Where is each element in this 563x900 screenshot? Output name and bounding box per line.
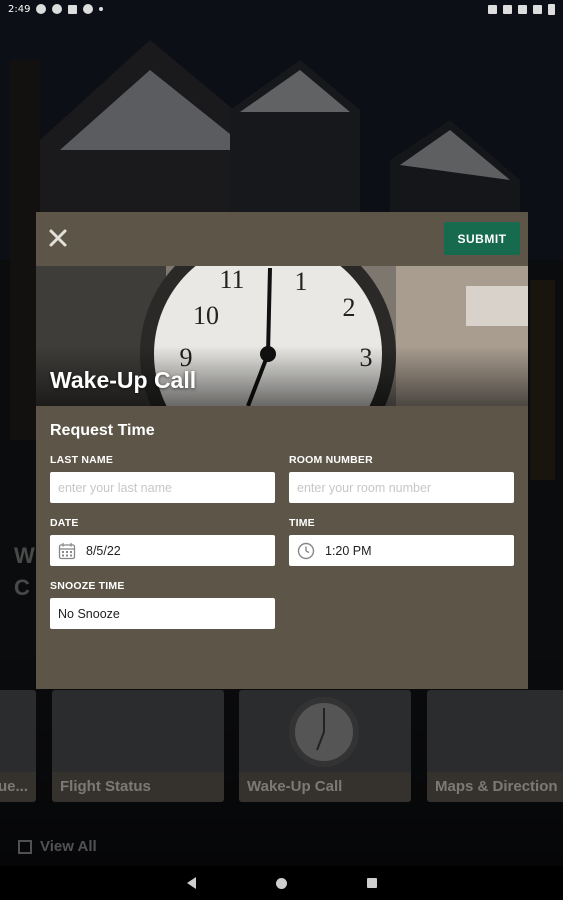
back-icon[interactable] [186,877,196,889]
time-field-group: TIME 1:20 PM [289,517,514,566]
wake-up-call-modal: SUBMIT 1 2 3 10 9 11 [36,212,528,689]
tile-caption: Flight Status [52,772,224,802]
battery-icon [548,3,555,15]
grid-icon [18,839,32,854]
app-icon [52,4,63,14]
service-tile-maps[interactable]: Maps & Direction [427,690,563,802]
svg-text:10: 10 [193,301,219,330]
hero-title: Wake-Up Call [50,367,197,393]
recent-apps-icon[interactable] [366,878,377,888]
snooze-time-select[interactable]: No Snooze [50,598,275,629]
section-title: Request Time [50,422,155,439]
tile-caption: Maps & Direction [427,772,563,802]
vpn-icon [83,4,94,14]
home-icon[interactable] [275,877,287,889]
submit-button[interactable]: SUBMIT [444,222,520,255]
date-input[interactable]: 8/5/22 [50,535,275,566]
alarm-icon [488,4,497,14]
status-bar: 2:49 [0,0,563,18]
tile-caption: Wake-Up Call [239,772,411,802]
navigation-bar [0,866,563,900]
snooze-time-field-group: SNOOZE TIME No Snooze [50,580,275,629]
last-name-label: LAST NAME [50,454,114,466]
clock-thumbnail [289,697,359,767]
date-value: 8/5/22 [86,543,121,558]
bluetooth-icon [503,4,512,14]
last-name-field-group: LAST NAME enter your last name [50,454,275,503]
svg-text:1: 1 [295,267,308,296]
time-input[interactable]: 1:20 PM [289,535,514,566]
service-tile-wake-up-call[interactable]: Wake-Up Call [239,690,411,802]
calendar-icon [58,542,76,559]
time-label: TIME [289,517,315,529]
clock: 2:49 [8,3,31,15]
hero-banner: 1 2 3 10 9 11 Wake-Up Call [36,266,528,406]
service-tile-flight-status[interactable]: Flight Status [52,690,224,802]
room-number-field-group: ROOM NUMBER enter your room number [289,454,514,503]
wifi-icon [533,4,542,14]
background-partial-text: W C [14,543,35,600]
room-number-label: ROOM NUMBER [289,454,373,466]
date-label: DATE [50,517,79,529]
view-all-link[interactable]: View All [18,838,97,855]
service-tile[interactable]: ue... [0,690,36,802]
tile-caption: ue... [0,772,36,802]
modal-header: SUBMIT [36,212,528,266]
date-field-group: DATE 8/5/22 [50,517,275,566]
svg-text:2: 2 [343,293,356,322]
no-signal-icon [518,4,527,14]
last-name-input[interactable]: enter your last name [50,472,275,503]
snooze-time-label: SNOOZE TIME [50,580,125,592]
request-form: Request Time LAST NAME enter your last n… [36,406,528,629]
close-icon[interactable] [48,228,68,248]
view-all-label: View All [40,838,97,855]
clock-icon [297,542,315,559]
notification-icon [36,4,47,14]
image-icon [68,4,78,14]
room-number-input[interactable]: enter your room number [289,472,514,503]
time-value: 1:20 PM [325,543,372,558]
more-notifications-icon [99,7,104,11]
service-tiles: ue... Flight Status Wake-Up Call Maps & … [0,690,563,805]
svg-text:11: 11 [219,266,244,294]
